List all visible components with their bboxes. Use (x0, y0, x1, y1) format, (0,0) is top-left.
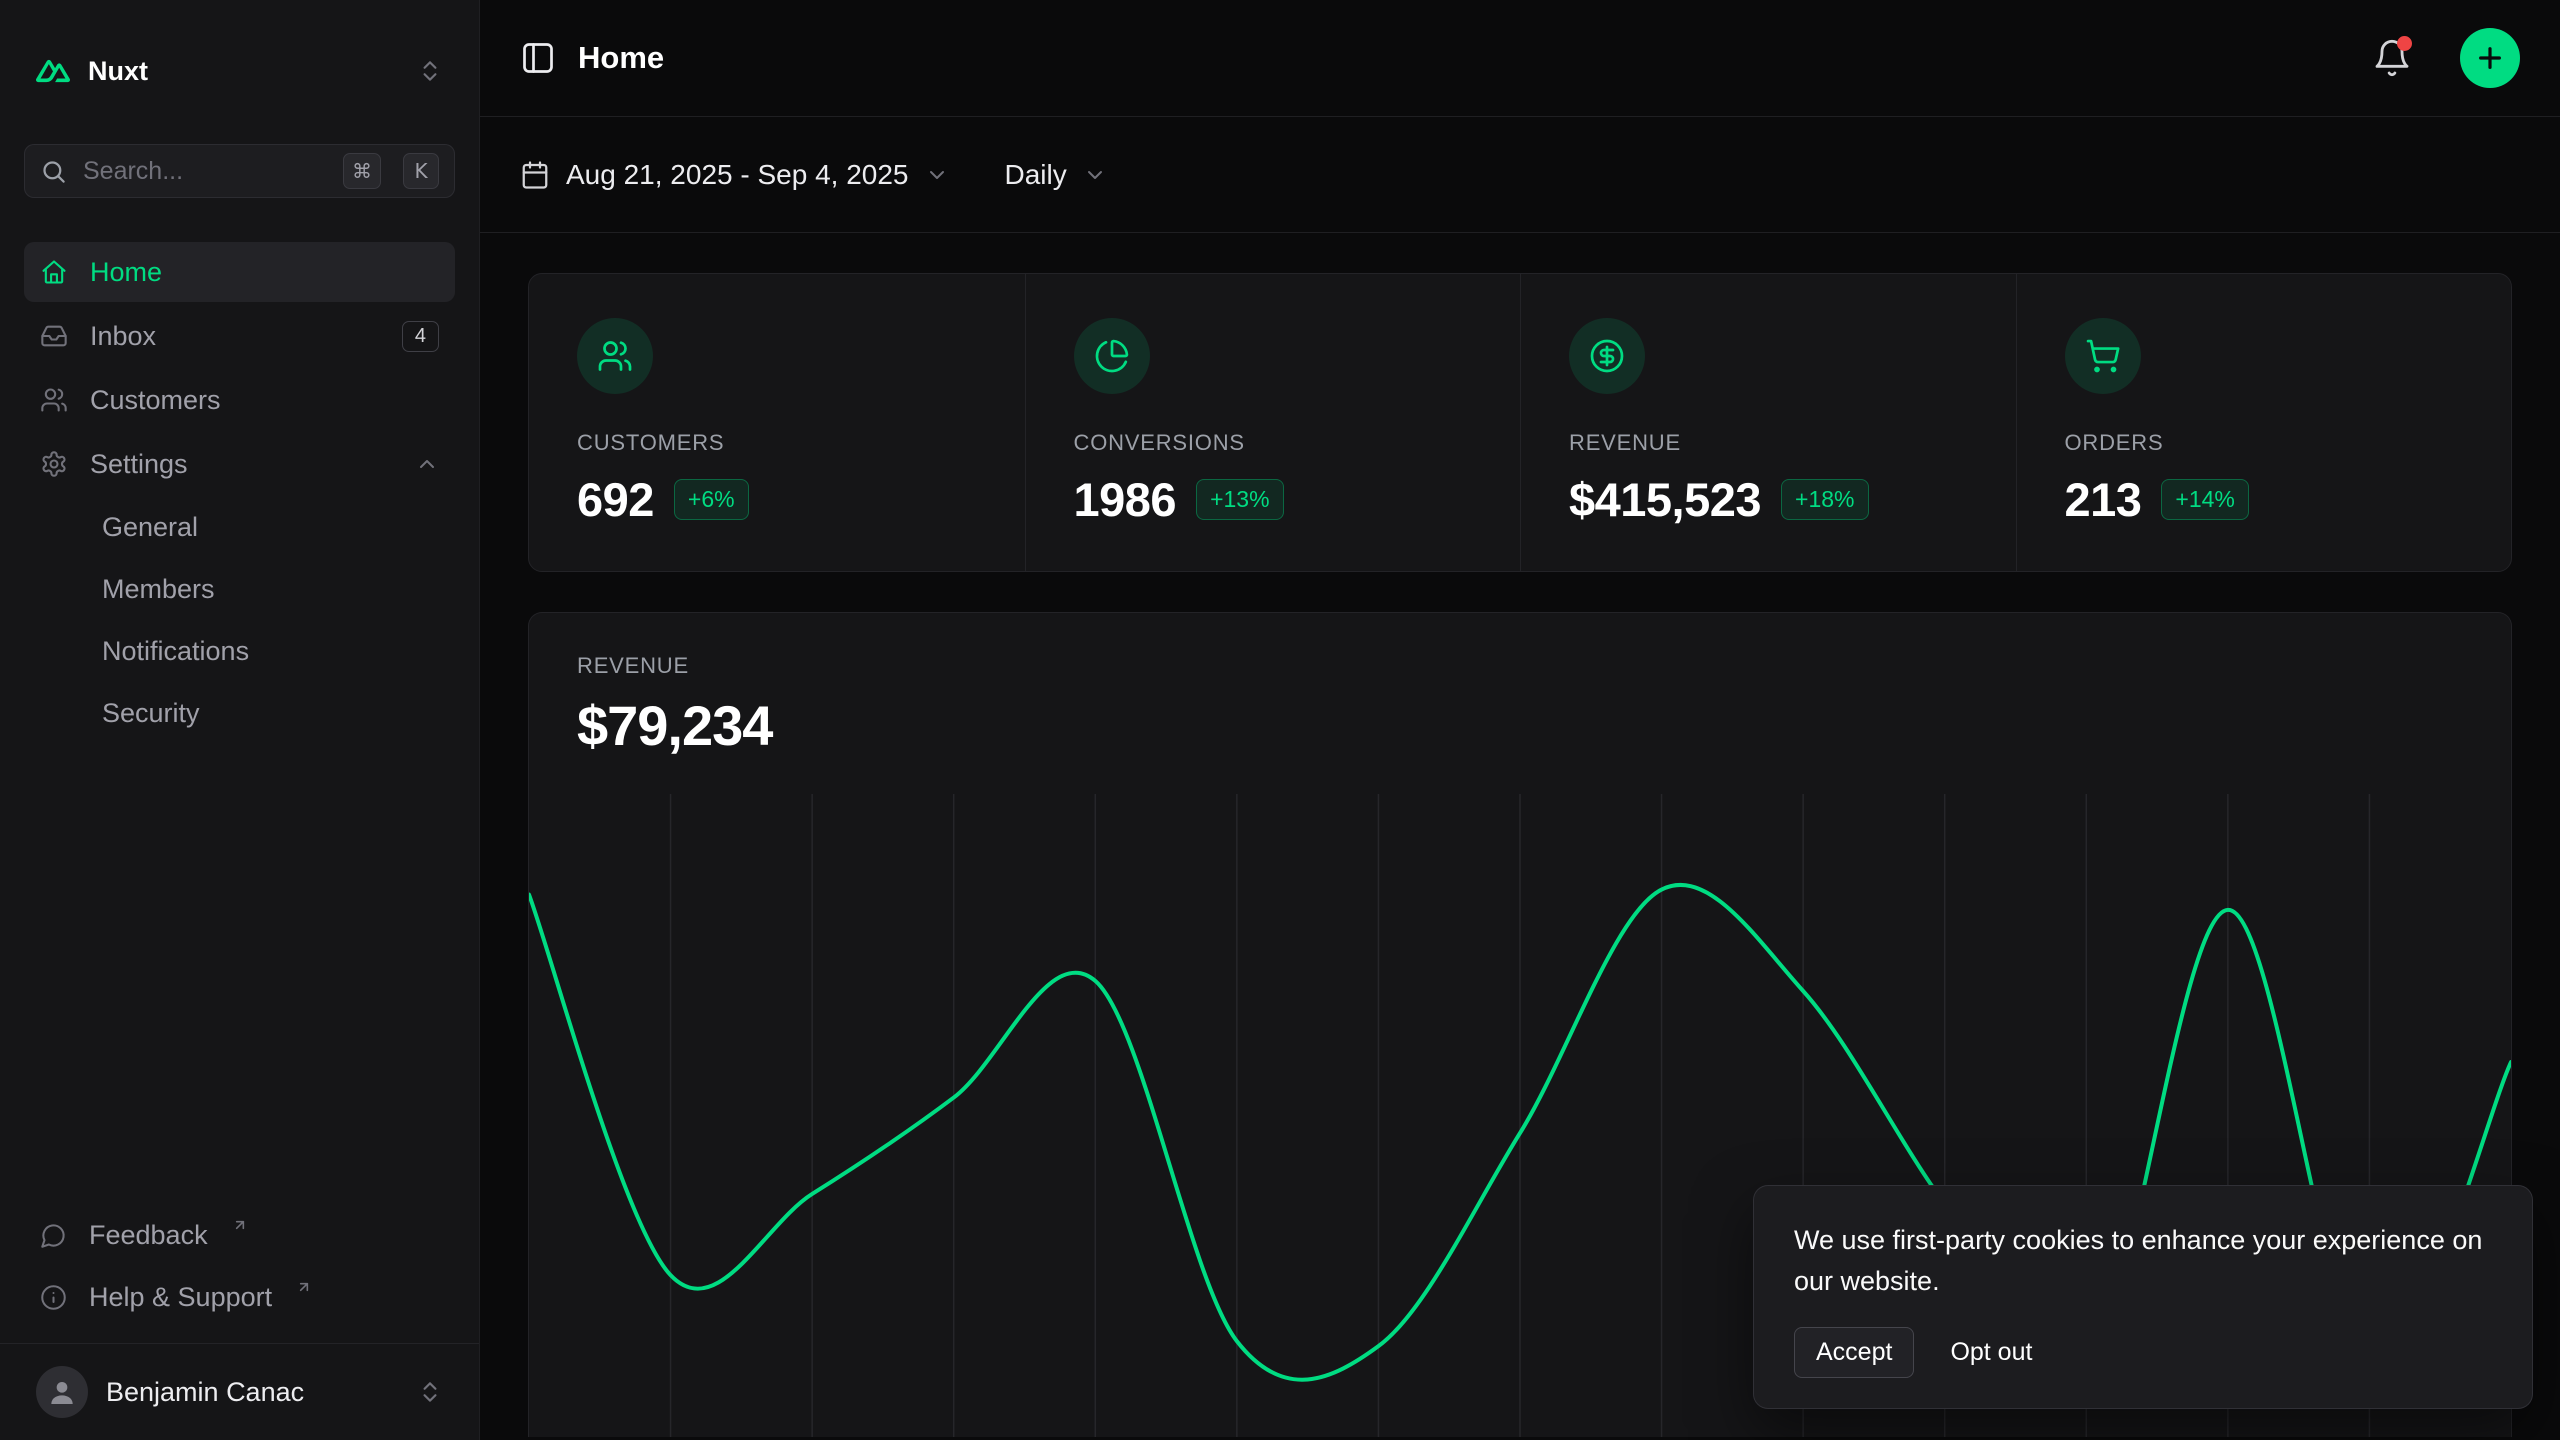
sidebar-item-inbox[interactable]: Inbox 4 (24, 306, 455, 366)
stat-value: 213 (2065, 472, 2142, 527)
stats-card: CUSTOMERS 692 +6% CONVERSIONS 1986 +13% (528, 273, 2512, 572)
sidebar-item-label: Home (90, 257, 162, 288)
stat-value: 692 (577, 472, 654, 527)
date-range-picker[interactable]: Aug 21, 2025 - Sep 4, 2025 (520, 159, 949, 191)
date-range-label: Aug 21, 2025 - Sep 4, 2025 (566, 159, 909, 191)
panel-left-icon[interactable] (520, 40, 556, 76)
stat-delta-badge: +14% (2161, 479, 2248, 520)
granularity-label: Daily (1005, 159, 1067, 191)
sidebar-item-home[interactable]: Home (24, 242, 455, 302)
user-menu[interactable]: Benjamin Canac (24, 1344, 455, 1440)
feedback-label: Feedback (89, 1220, 208, 1251)
nuxt-logo-icon (36, 54, 70, 88)
stat-delta-badge: +6% (674, 479, 749, 520)
stat-orders[interactable]: ORDERS 213 +14% (2016, 274, 2512, 571)
stat-revenue[interactable]: REVENUE $415,523 +18% (1520, 274, 2016, 571)
sidebar-item-security[interactable]: Security (24, 684, 455, 742)
stat-label: ORDERS (2065, 430, 2464, 456)
dollar-circle-icon (1569, 318, 1645, 394)
cookie-message: We use first-party cookies to enhance yo… (1794, 1220, 2492, 1301)
workspace-switcher-button[interactable] (417, 58, 443, 84)
chevrons-up-down-icon (417, 58, 443, 84)
kbd-cmd: ⌘ (343, 153, 381, 189)
sidebar: Nuxt ⌘K Home Inbox 4 (0, 0, 480, 1440)
chevron-up-icon (415, 452, 439, 476)
revenue-chart-value: $79,234 (577, 693, 2463, 758)
avatar (36, 1366, 88, 1418)
page-title: Home (578, 40, 664, 76)
chevron-down-icon (1083, 163, 1107, 187)
stat-conversions[interactable]: CONVERSIONS 1986 +13% (1025, 274, 1521, 571)
stat-customers[interactable]: CUSTOMERS 692 +6% (529, 274, 1025, 571)
sidebar-item-label: Inbox (90, 321, 156, 352)
stat-value: $415,523 (1569, 472, 1761, 527)
notifications-button[interactable] (2364, 30, 2420, 86)
chevron-down-icon (925, 163, 949, 187)
stat-delta-badge: +18% (1781, 479, 1868, 520)
sidebar-item-members[interactable]: Members (24, 560, 455, 618)
inbox-count-badge: 4 (402, 321, 439, 352)
search-input-wrapper[interactable]: ⌘K (24, 144, 455, 198)
help-support-label: Help & Support (89, 1282, 272, 1313)
workspace-switcher[interactable]: Nuxt (24, 26, 455, 116)
plus-icon (2474, 42, 2506, 74)
external-link-icon (232, 1217, 248, 1233)
user-name: Benjamin Canac (106, 1377, 399, 1408)
sidebar-nav: Home Inbox 4 Customers Settings Genera (24, 242, 455, 742)
users-icon (40, 386, 68, 414)
settings-subnav: General Members Notifications Security (24, 498, 455, 742)
cookie-optout-button[interactable]: Opt out (1928, 1327, 2054, 1378)
stat-value: 1986 (1074, 472, 1177, 527)
brand-name: Nuxt (88, 56, 399, 87)
info-circle-icon (40, 1284, 67, 1311)
sidebar-item-general[interactable]: General (24, 498, 455, 556)
stat-label: REVENUE (1569, 430, 1968, 456)
sidebar-footer: Feedback Help & Support (24, 1207, 455, 1343)
stat-label: CUSTOMERS (577, 430, 977, 456)
cart-icon (2065, 318, 2141, 394)
chat-bubble-icon (40, 1222, 67, 1249)
calendar-icon (520, 160, 550, 190)
sidebar-item-settings[interactable]: Settings (24, 434, 455, 494)
revenue-chart-label: REVENUE (577, 653, 2463, 679)
inbox-icon (40, 322, 68, 350)
kbd-k: K (403, 153, 439, 189)
notification-dot (2397, 36, 2412, 51)
pie-chart-icon (1074, 318, 1150, 394)
home-icon (40, 258, 68, 286)
cookie-banner: We use first-party cookies to enhance yo… (1754, 1186, 2532, 1408)
sidebar-item-label: Customers (90, 385, 221, 416)
sidebar-spacer (24, 742, 455, 1207)
stat-label: CONVERSIONS (1074, 430, 1473, 456)
stat-delta-badge: +13% (1196, 479, 1283, 520)
gear-icon (40, 450, 68, 478)
page-header: Home (480, 0, 2560, 117)
feedback-link[interactable]: Feedback (24, 1207, 455, 1263)
granularity-select[interactable]: Daily (1005, 159, 1107, 191)
sidebar-item-label: Settings (90, 449, 188, 480)
filters-toolbar: Aug 21, 2025 - Sep 4, 2025 Daily (480, 117, 2560, 233)
external-link-icon (296, 1279, 312, 1295)
help-support-link[interactable]: Help & Support (24, 1269, 455, 1325)
search-icon (40, 158, 67, 185)
sidebar-item-customers[interactable]: Customers (24, 370, 455, 430)
users-icon (577, 318, 653, 394)
search-input[interactable] (83, 157, 327, 186)
add-button[interactable] (2460, 28, 2520, 88)
chevrons-up-down-icon (417, 1379, 443, 1405)
cookie-accept-button[interactable]: Accept (1794, 1327, 1914, 1378)
sidebar-item-notifications[interactable]: Notifications (24, 622, 455, 680)
